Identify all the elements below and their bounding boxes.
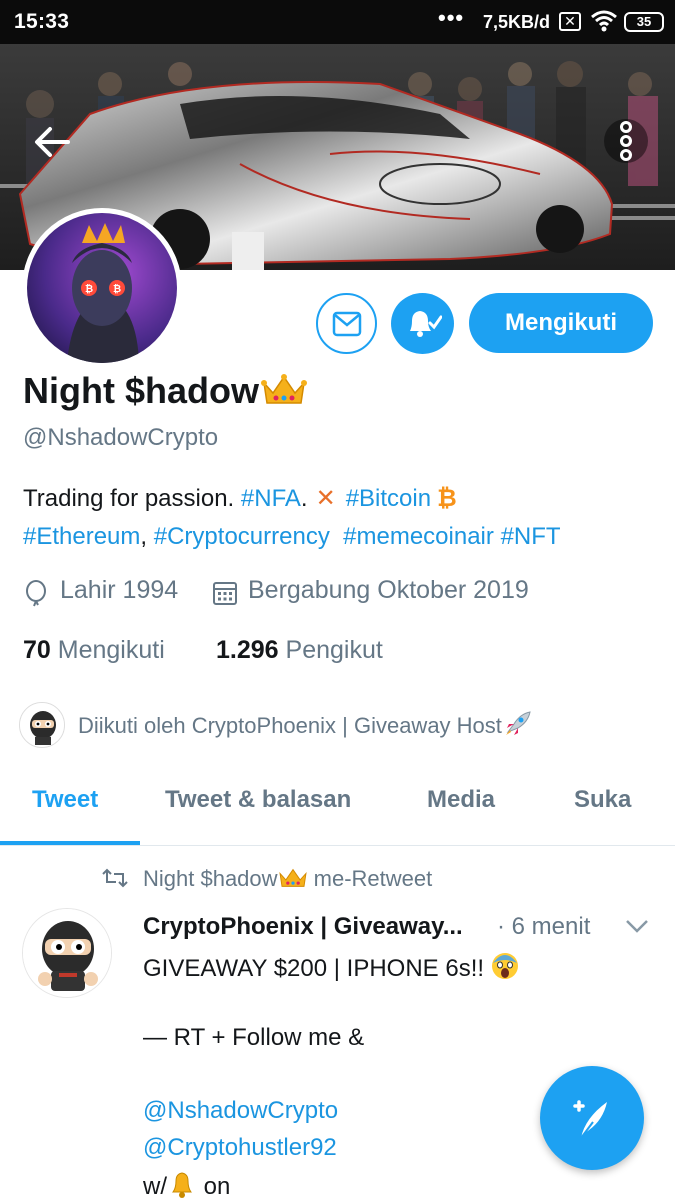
profile-handle: @NshadowCrypto (23, 424, 219, 451)
calendar-icon (212, 580, 238, 611)
tab-likes[interactable]: Suka (574, 786, 631, 814)
hashtag-memecoinair[interactable]: #memecoinair (343, 523, 494, 550)
join-date: Bergabung Oktober 2019 (248, 576, 529, 604)
crown-icon (261, 373, 307, 416)
tweet-mention[interactable]: @NshadowCrypto (143, 1097, 338, 1125)
screaming-face-icon (490, 951, 520, 988)
bitcoin-icon: ₿ (437, 485, 457, 512)
tweet-text-line: w/ on (143, 1170, 230, 1200)
status-more-dots: ••• (438, 5, 465, 30)
status-bar: 15:33 ••• 7,5KB/d ✕ 35 (0, 0, 675, 44)
following-count: 70 (23, 636, 51, 664)
svg-text:₿: ₿ (113, 283, 121, 295)
svg-text:₿: ₿ (85, 283, 93, 295)
balloon-icon (24, 580, 48, 613)
tweet-text-suffix: on (197, 1173, 231, 1200)
crown-icon (278, 867, 308, 895)
hashtag-nfa[interactable]: #NFA (241, 485, 301, 512)
bell-emoji-icon (167, 1170, 197, 1200)
tweet-text-line: GIVEAWAY $200 | IPHONE 6s!! (143, 951, 520, 988)
following-label: Mengikuti (57, 636, 165, 664)
hashtag-nft[interactable]: #NFT (501, 523, 561, 550)
profile-name: Night $hadow (23, 370, 307, 416)
chevron-down-icon[interactable] (625, 918, 649, 939)
tweet-mention[interactable]: @Cryptohustler92 (143, 1134, 337, 1162)
retweet-icon (102, 866, 128, 895)
retweeter-name: Night $hadow (143, 866, 278, 891)
birth-date: Lahir 1994 (60, 576, 179, 604)
tweet-headline: GIVEAWAY $200 | IPHONE 6s!! (143, 955, 485, 982)
battery-icon: 35 (624, 12, 664, 32)
bio-comma: , (140, 523, 154, 550)
retweet-context[interactable]: Night $hadow me-Retweet (143, 866, 432, 895)
followers-count: 1.296 (216, 636, 279, 664)
back-arrow-icon[interactable] (30, 122, 74, 162)
followed-by-label: Diikuti oleh CryptoPhoenix | Giveaway Ho… (78, 713, 502, 738)
profile-name-text: Night $hadow (23, 370, 259, 411)
tab-media[interactable]: Media (427, 786, 495, 814)
followers-label: Pengikut (285, 636, 383, 664)
profile-bio: Trading for passion. #NFA. ✕ #Bitcoin ₿ #Et… (23, 480, 663, 556)
following-button[interactable]: Mengikuti (469, 293, 653, 353)
bio-dot: . (300, 485, 308, 512)
tweet-author-name[interactable]: CryptoPhoenix | Giveaway... (143, 913, 463, 941)
no-sim-icon: ✕ (559, 12, 581, 31)
tweet-text-line: — RT + Follow me & (143, 1024, 365, 1051)
mutual-follower-avatar[interactable] (19, 702, 65, 748)
hashtag-cryptocurrency[interactable]: #Cryptocurrency (154, 523, 330, 550)
more-vertical-icon[interactable] (602, 110, 650, 172)
followers-stat[interactable]: 1.296 Pengikut (216, 636, 383, 665)
network-speed: 7,5KB/d (483, 12, 551, 32)
mail-icon (332, 311, 362, 342)
tweet-timestamp: · 6 menit (497, 913, 591, 940)
compose-tweet-button[interactable] (540, 1066, 644, 1170)
active-tab-indicator (0, 841, 140, 845)
tab-tweet[interactable]: Tweet (32, 786, 98, 814)
followed-by-text[interactable]: Diikuti oleh CryptoPhoenix | Giveaway Ho… (78, 710, 532, 742)
profile-avatar[interactable]: ₿ ₿ (22, 208, 182, 368)
tweet-text-prefix: w/ (143, 1173, 167, 1200)
hashtag-bitcoin[interactable]: #Bitcoin (346, 485, 431, 512)
tweet-author-avatar[interactable] (22, 908, 112, 998)
hashtag-ethereum[interactable]: #Ethereum (23, 523, 140, 550)
message-button[interactable] (316, 293, 377, 354)
cross-mark-icon: ✕ (315, 485, 336, 512)
retweet-suffix: me-Retweet (307, 866, 433, 891)
following-stat[interactable]: 70 Mengikuti (23, 636, 165, 665)
notifications-button[interactable] (391, 293, 454, 354)
compose-tweet-icon (567, 1094, 617, 1149)
bio-text: Trading for passion. (23, 485, 241, 512)
wifi-icon (590, 9, 618, 38)
bell-check-icon (404, 307, 443, 346)
status-time: 15:33 (14, 10, 70, 33)
profile-tabs: Tweet Tweet & balasan Media Suka (0, 770, 675, 846)
rocket-icon (504, 710, 532, 742)
tab-tweet-replies[interactable]: Tweet & balasan (165, 786, 351, 814)
